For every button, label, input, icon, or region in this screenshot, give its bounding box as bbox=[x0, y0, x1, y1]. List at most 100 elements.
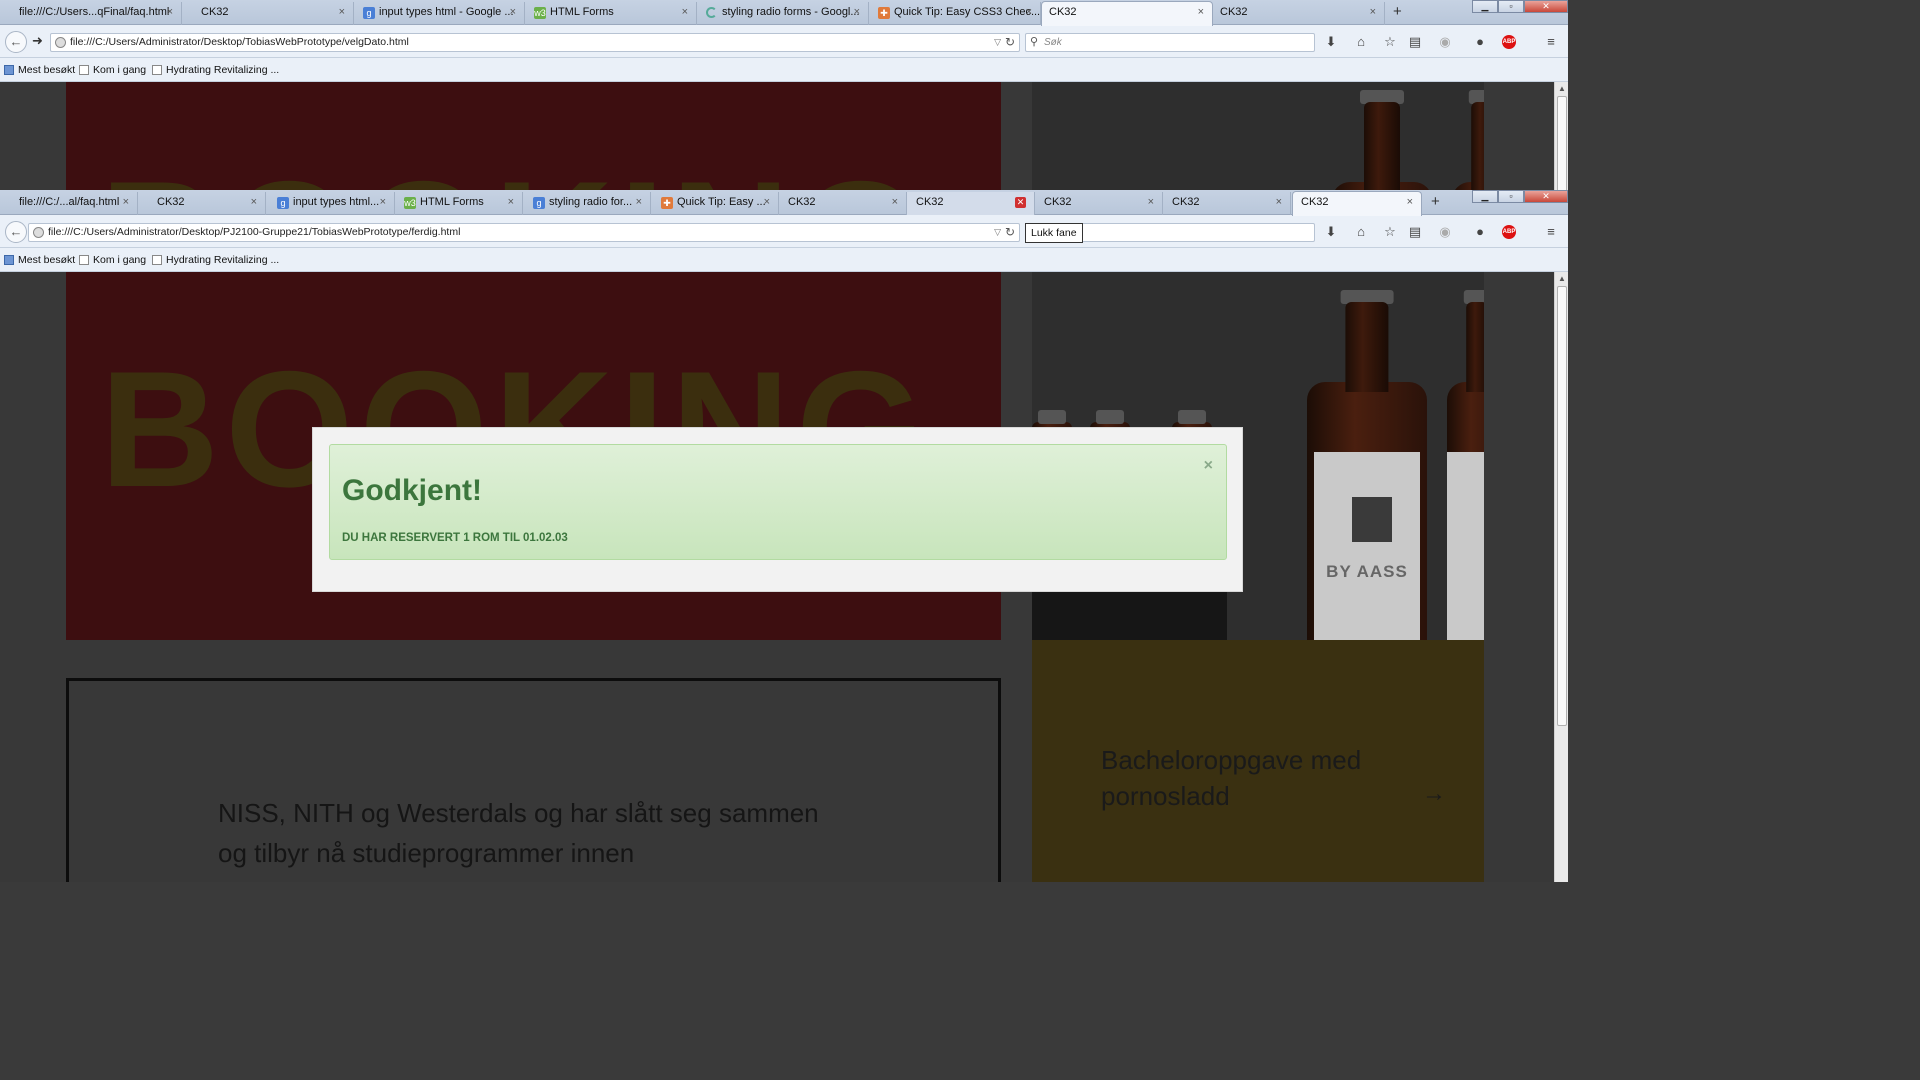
tab-styling-radio[interactable]: styling radio forms - Googl... × bbox=[703, 2, 869, 25]
close-icon[interactable]: ✕ bbox=[1015, 197, 1026, 208]
close-icon[interactable]: × bbox=[764, 192, 770, 213]
back-button[interactable]: ← bbox=[5, 221, 27, 243]
forward-button[interactable]: ➜ bbox=[32, 33, 43, 49]
reload-icon[interactable]: ↻ bbox=[1005, 34, 1015, 51]
close-icon[interactable]: × bbox=[123, 192, 129, 213]
confirmation-modal: × Godkjent! DU HAR RESERVERT 1 ROM TIL 0… bbox=[312, 427, 1243, 592]
close-icon[interactable]: × bbox=[854, 2, 860, 23]
page-icon bbox=[79, 65, 89, 75]
bookmark-star-icon[interactable]: ☆ bbox=[1381, 34, 1399, 50]
search-input[interactable]: ⚲ Søk bbox=[1025, 33, 1315, 52]
close-icon[interactable]: × bbox=[508, 192, 514, 213]
maximize-button[interactable]: ▫ bbox=[1498, 0, 1524, 13]
tab-faq[interactable]: file:///C:/Users...qFinal/faq.html × bbox=[0, 2, 182, 25]
back-button[interactable]: ← bbox=[5, 31, 27, 53]
new-tab-button[interactable]: + bbox=[1393, 2, 1402, 22]
close-icon[interactable]: × bbox=[1148, 192, 1154, 213]
pocket-icon[interactable]: ◉ bbox=[1436, 34, 1454, 50]
close-icon[interactable]: × bbox=[1204, 457, 1213, 475]
maximize-button[interactable]: ▫ bbox=[1498, 190, 1524, 203]
bookmark-hydrating[interactable]: Hydrating Revitalizing ... bbox=[152, 254, 279, 266]
minimize-button[interactable]: ▁ bbox=[1472, 190, 1498, 203]
close-icon[interactable]: × bbox=[380, 192, 386, 213]
url-bar[interactable]: file:///C:/Users/Administrator/Desktop/P… bbox=[28, 223, 1020, 242]
home-icon[interactable]: ⌂ bbox=[1352, 224, 1370, 240]
bookmark-star-icon[interactable]: ☆ bbox=[1381, 224, 1399, 240]
tab-label: file:///C:/Users...qFinal/faq.html bbox=[19, 6, 170, 18]
close-icon[interactable]: × bbox=[167, 2, 173, 23]
minimize-button[interactable]: ▁ bbox=[1472, 0, 1498, 13]
chat-icon[interactable]: ● bbox=[1471, 34, 1489, 50]
tab-ck32-hover[interactable]: CK32 ✕ bbox=[907, 192, 1035, 215]
tab-ck32[interactable]: CK32 × bbox=[779, 192, 907, 215]
scrollbar-thumb[interactable] bbox=[1557, 96, 1567, 190]
bookmark-most-visited[interactable]: Mest besøkt bbox=[4, 64, 75, 76]
menu-icon[interactable]: ≡ bbox=[1542, 224, 1560, 240]
arrow-right-icon[interactable]: → bbox=[1422, 780, 1446, 808]
close-icon[interactable]: × bbox=[1276, 192, 1282, 213]
scrollbar[interactable]: ▲ bbox=[1554, 82, 1568, 190]
url-bar[interactable]: file:///C:/Users/Administrator/Desktop/T… bbox=[50, 33, 1020, 52]
tab-styling-radio[interactable]: g styling radio for... × bbox=[530, 192, 651, 215]
home-icon[interactable]: ⌂ bbox=[1352, 34, 1370, 50]
close-window-button[interactable]: ✕ bbox=[1524, 0, 1568, 13]
menu-icon[interactable]: ≡ bbox=[1542, 34, 1560, 50]
download-icon[interactable]: ⬇ bbox=[1322, 224, 1340, 240]
tab-ck32[interactable]: CK32 × bbox=[182, 2, 354, 25]
tab-quick-tip[interactable]: ✚ Quick Tip: Easy CSS3 Chec... × bbox=[875, 2, 1041, 25]
news-card[interactable]: Bacheloroppgave med pornosladd → bbox=[1032, 640, 1484, 882]
tab-label: styling radio forms - Googl... bbox=[722, 6, 860, 18]
pocket-icon[interactable]: ◉ bbox=[1436, 224, 1454, 240]
dropdown-icon[interactable]: ▽ bbox=[994, 34, 1001, 51]
tab-quick-tip[interactable]: ✚ Quick Tip: Easy ... × bbox=[658, 192, 779, 215]
scrollbar-thumb[interactable] bbox=[1557, 286, 1567, 726]
tab-html-forms[interactable]: w3 HTML Forms × bbox=[401, 192, 523, 215]
chat-icon[interactable]: ● bbox=[1471, 224, 1489, 240]
close-icon[interactable]: × bbox=[892, 192, 898, 213]
tab-label: CK32 bbox=[1220, 6, 1248, 18]
clipboard-icon[interactable]: ▤ bbox=[1406, 224, 1424, 240]
tab-ck32[interactable]: CK32 × bbox=[138, 192, 266, 215]
close-icon[interactable]: × bbox=[682, 2, 688, 23]
tab-ck32[interactable]: CK32 × bbox=[1213, 2, 1385, 25]
close-icon[interactable]: × bbox=[251, 192, 257, 213]
tab-faq[interactable]: file:///C:/...al/faq.html × bbox=[0, 192, 138, 215]
tab-label: CK32 bbox=[916, 196, 944, 208]
close-icon[interactable]: × bbox=[636, 192, 642, 213]
reload-icon[interactable]: ↻ bbox=[1005, 224, 1015, 241]
new-tab-button[interactable]: + bbox=[1431, 192, 1440, 212]
tab-ck32-active[interactable]: CK32 × bbox=[1292, 191, 1422, 216]
alert-message: DU HAR RESERVERT 1 ROM TIL 01.02.03 bbox=[342, 532, 568, 544]
adblock-icon[interactable]: ABP bbox=[1502, 225, 1516, 239]
bookmark-get-started[interactable]: Kom i gang bbox=[79, 64, 146, 76]
bookmark-hydrating[interactable]: Hydrating Revitalizing ... bbox=[152, 64, 279, 76]
tab-label: Quick Tip: Easy CSS3 Chec... bbox=[894, 6, 1041, 18]
close-icon[interactable]: × bbox=[510, 2, 516, 23]
tab-ck32[interactable]: CK32 × bbox=[1163, 192, 1291, 215]
close-icon[interactable]: × bbox=[1198, 2, 1204, 23]
tab-google-input-types[interactable]: g input types html... × bbox=[274, 192, 395, 215]
tab-ck32-active[interactable]: CK32 × bbox=[1041, 1, 1213, 26]
bookmark-folder-icon bbox=[4, 65, 14, 75]
close-window-button[interactable]: ✕ bbox=[1524, 190, 1568, 203]
adblock-icon[interactable]: ABP bbox=[1502, 35, 1516, 49]
page-icon bbox=[79, 255, 89, 265]
close-icon[interactable]: × bbox=[1370, 2, 1376, 23]
tab-ck32[interactable]: CK32 × bbox=[1035, 192, 1163, 215]
nav-bar: ← file:///C:/Users/Administrator/Desktop… bbox=[0, 215, 1568, 248]
dropdown-icon[interactable]: ▽ bbox=[994, 224, 1001, 241]
bookmark-most-visited[interactable]: Mest besøkt bbox=[4, 254, 75, 266]
success-alert: × Godkjent! DU HAR RESERVERT 1 ROM TIL 0… bbox=[329, 444, 1227, 560]
bookmark-get-started[interactable]: Kom i gang bbox=[79, 254, 146, 266]
close-icon[interactable]: × bbox=[1407, 192, 1413, 213]
close-icon[interactable]: × bbox=[1026, 2, 1032, 23]
clipboard-icon[interactable]: ▤ bbox=[1406, 34, 1424, 50]
tab-google-input-types[interactable]: g input types html - Google ... × bbox=[360, 2, 525, 25]
scrollbar[interactable]: ▲ bbox=[1554, 272, 1568, 882]
close-icon[interactable]: × bbox=[339, 2, 345, 23]
download-icon[interactable]: ⬇ bbox=[1322, 34, 1340, 50]
scroll-up-icon[interactable]: ▲ bbox=[1558, 274, 1566, 283]
tab-html-forms[interactable]: w3 HTML Forms × bbox=[531, 2, 697, 25]
scroll-up-icon[interactable]: ▲ bbox=[1558, 84, 1566, 93]
bookmarks-bar: Mest besøkt Kom i gang Hydrating Revital… bbox=[0, 248, 1568, 272]
